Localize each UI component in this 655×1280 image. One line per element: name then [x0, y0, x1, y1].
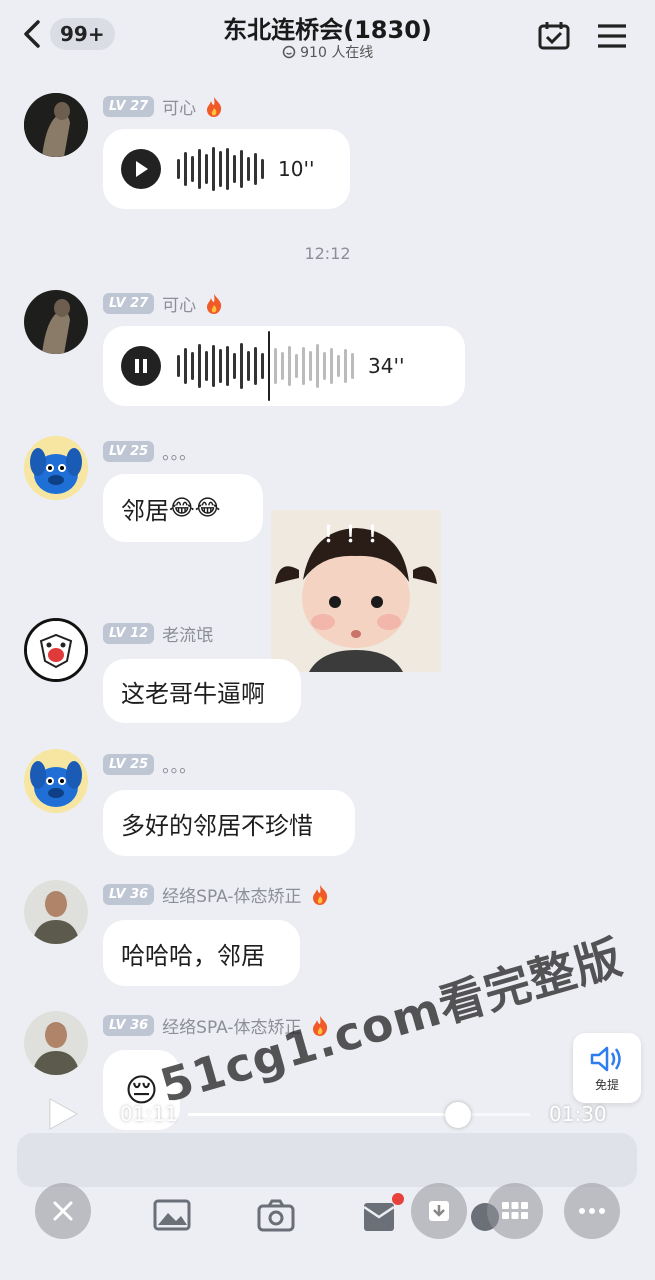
grid-button[interactable]	[487, 1183, 543, 1239]
play-icon	[136, 161, 148, 177]
voice-duration: 34''	[368, 354, 405, 378]
avatar[interactable]	[24, 93, 88, 157]
online-count-text: 910 人在线	[300, 45, 374, 61]
sender-meta: LV 36 经络SPA-体态矫正	[103, 882, 330, 907]
download-button[interactable]	[411, 1183, 467, 1239]
close-icon	[53, 1201, 73, 1221]
calendar-check-icon[interactable]	[536, 20, 572, 52]
online-icon	[282, 45, 295, 59]
waveform	[177, 147, 264, 191]
level-badge: LV 27	[103, 293, 155, 314]
text-message[interactable]: 哈哈哈，邻居	[103, 920, 300, 986]
emoji: 😂😂	[169, 495, 221, 521]
chat-header: 99+ 东北连桥会(1830) 910 人在线	[0, 0, 655, 75]
more-button[interactable]	[564, 1183, 620, 1239]
avatar[interactable]	[24, 290, 88, 354]
progress-knob[interactable]	[445, 1102, 472, 1128]
play-icon[interactable]	[46, 1096, 80, 1132]
image-icon[interactable]	[152, 1197, 192, 1233]
fire-icon	[207, 293, 222, 314]
menu-icon[interactable]	[594, 20, 630, 52]
close-button[interactable]	[35, 1183, 91, 1239]
avatar[interactable]	[24, 618, 88, 682]
download-icon	[429, 1201, 449, 1221]
level-badge: LV 25	[103, 754, 155, 775]
level-badge: LV 27	[103, 96, 155, 117]
play-button[interactable]	[121, 149, 161, 189]
camera-icon[interactable]	[256, 1197, 296, 1233]
voice-duration: 10''	[278, 157, 315, 181]
avatar[interactable]	[24, 436, 88, 500]
sender-name: 可心	[162, 99, 197, 119]
sender-name: 。。。	[162, 757, 197, 777]
sticker-text: ！！！	[323, 523, 389, 548]
sender-meta: LV 25 。。。	[103, 752, 196, 777]
sender-name: 可心	[162, 296, 197, 316]
progress-track[interactable]	[188, 1102, 530, 1128]
waveform	[177, 331, 354, 401]
sender-meta: LV 12 老流氓	[103, 621, 213, 646]
voice-message[interactable]: 10''	[103, 129, 350, 209]
sender-meta: LV 25 。。。	[103, 439, 196, 464]
notification-dot	[392, 1193, 404, 1205]
message-input[interactable]	[17, 1133, 637, 1187]
sender-name: 。。。	[162, 444, 197, 464]
avatar-image	[24, 436, 88, 500]
avatar-image	[24, 290, 88, 354]
bottom-toolbar	[0, 1183, 655, 1243]
avatar-image	[27, 621, 85, 679]
text-message[interactable]: 这老哥牛逼啊	[103, 659, 301, 723]
sticker-image[interactable]: ！！！	[271, 510, 441, 672]
avatar[interactable]	[24, 749, 88, 813]
sender-name: 经络SPA-体态矫正	[162, 887, 302, 907]
speaker-icon	[590, 1046, 621, 1071]
pause-icon	[135, 359, 147, 373]
more-icon	[579, 1208, 605, 1214]
sender-name: 老流氓	[162, 626, 214, 646]
level-badge: LV 12	[103, 623, 155, 644]
avatar-image	[24, 1011, 88, 1075]
sender-meta: LV 27 可心	[103, 291, 224, 316]
progress-fill	[188, 1113, 459, 1116]
avatar-image	[24, 93, 88, 157]
message-text: 这老哥牛逼啊	[121, 679, 265, 708]
avatar-image	[24, 880, 88, 944]
message-text: 多好的邻居不珍惜	[121, 811, 313, 840]
baby-sticker-icon: ！！！	[271, 510, 441, 672]
avatar[interactable]	[24, 1011, 88, 1075]
level-badge: LV 36	[103, 884, 155, 905]
message-text: 邻居	[121, 496, 169, 525]
level-badge: LV 25	[103, 441, 155, 462]
avatar[interactable]	[24, 880, 88, 944]
fire-icon	[312, 884, 327, 905]
fire-icon	[207, 96, 222, 117]
text-message[interactable]: 邻居 😂😂	[103, 474, 263, 542]
grid-icon	[502, 1202, 528, 1219]
text-message[interactable]: 多好的邻居不珍惜	[103, 790, 355, 856]
message-text: 哈哈哈，邻居	[121, 941, 265, 970]
video-player-controls: 01:11 01:30	[0, 1080, 655, 1140]
voice-message[interactable]: 34''	[103, 326, 465, 406]
total-time: 01:30	[549, 1102, 607, 1126]
avatar-image	[24, 749, 88, 813]
sender-meta: LV 27 可心	[103, 94, 224, 119]
timestamp: 12:12	[304, 244, 351, 263]
level-badge: LV 36	[103, 1015, 155, 1036]
pause-button[interactable]	[121, 346, 161, 386]
